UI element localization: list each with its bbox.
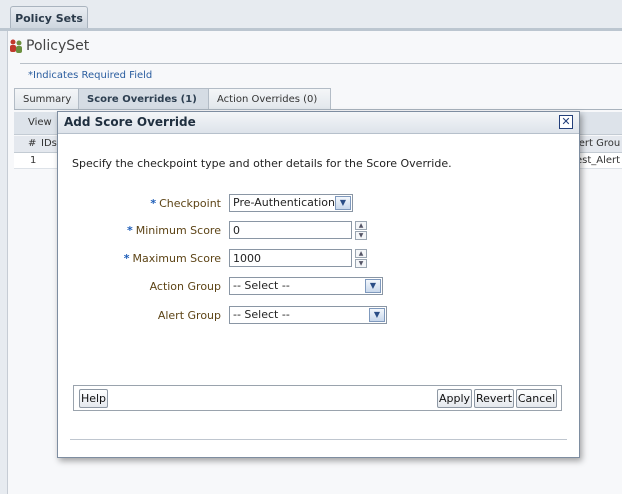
spin-up-icon[interactable]: ▲: [355, 221, 367, 230]
row-number: 1: [30, 155, 37, 166]
dialog-instructions: Specify the checkpoint type and other de…: [72, 157, 452, 170]
apply-button[interactable]: Apply: [437, 389, 472, 408]
dialog-titlebar[interactable]: Add Score Override ✕: [58, 112, 579, 134]
alert-group-label: Alert Group: [157, 309, 221, 322]
action-group-select[interactable]: -- Select -- ▼: [229, 277, 383, 295]
checkpoint-value: Pre-Authentication: [233, 196, 335, 209]
help-button[interactable]: Help: [79, 389, 108, 408]
min-score-value: 0: [233, 224, 240, 237]
add-score-override-dialog: Add Score Override ✕ Specify the checkpo…: [57, 111, 580, 458]
chevron-down-icon[interactable]: ▼: [335, 196, 351, 210]
view-menu[interactable]: View: [28, 117, 52, 128]
title-divider: [20, 63, 622, 64]
close-icon[interactable]: ✕: [559, 115, 573, 129]
chevron-down-icon[interactable]: ▼: [369, 308, 385, 322]
min-score-input[interactable]: 0: [229, 221, 352, 239]
required-marker: *: [150, 197, 157, 210]
alert-group-value: -- Select --: [233, 308, 290, 321]
spin-up-icon[interactable]: ▲: [355, 249, 367, 258]
max-score-stepper[interactable]: ▲ ▼: [355, 249, 367, 268]
max-score-input[interactable]: 1000: [229, 249, 352, 267]
checkpoint-label-text: Checkpoint: [159, 197, 221, 210]
tab-policy-sets[interactable]: Policy Sets: [10, 6, 88, 29]
checkpoint-row: * Checkpoint Pre-Authentication ▼: [58, 194, 579, 214]
required-marker: *: [123, 252, 130, 265]
action-group-row: Action Group -- Select -- ▼: [58, 277, 579, 297]
revert-button[interactable]: Revert: [474, 389, 514, 408]
dialog-footer-divider: [70, 439, 567, 440]
min-score-label: * Minimum Score: [127, 224, 221, 237]
spin-down-icon[interactable]: ▼: [355, 231, 367, 240]
max-score-label: * Maximum Score: [124, 252, 221, 265]
tab-summary[interactable]: Summary: [14, 88, 79, 109]
max-score-label-text: Maximum Score: [132, 252, 221, 265]
col-header-ids: IDs: [41, 138, 57, 149]
policyset-icon: [10, 39, 22, 53]
dialog-button-bar: Help Apply Revert Cancel: [73, 385, 562, 411]
page-title-text: PolicySet: [26, 38, 90, 54]
checkpoint-select[interactable]: Pre-Authentication ▼: [229, 194, 353, 212]
tab-score-overrides[interactable]: Score Overrides (1): [78, 88, 209, 109]
alert-group-row: Alert Group -- Select -- ▼: [58, 306, 579, 326]
checkpoint-label: * Checkpoint: [150, 197, 221, 210]
tab-action-overrides[interactable]: Action Overrides (0): [208, 88, 331, 109]
cancel-button[interactable]: Cancel: [516, 389, 557, 408]
row-alert-group: est_Alert: [576, 155, 621, 166]
page-title: PolicySet: [8, 38, 89, 54]
min-score-stepper[interactable]: ▲ ▼: [355, 221, 367, 240]
required-note: *Indicates Required Field: [28, 70, 153, 81]
required-marker: *: [126, 224, 133, 237]
col-header-number: #: [28, 138, 37, 149]
alert-group-select[interactable]: -- Select -- ▼: [229, 306, 387, 324]
spin-down-icon[interactable]: ▼: [355, 259, 367, 268]
action-group-label: Action Group: [149, 280, 221, 293]
chevron-down-icon[interactable]: ▼: [365, 279, 381, 293]
min-score-label-text: Minimum Score: [135, 224, 221, 237]
tabs-underline: [14, 109, 622, 110]
min-score-row: * Minimum Score 0 ▲ ▼: [58, 221, 579, 241]
dialog-title: Add Score Override: [64, 115, 196, 129]
action-group-value: -- Select --: [233, 279, 290, 292]
col-header-alert-group: lert Grou: [576, 138, 621, 149]
max-score-value: 1000: [233, 252, 261, 265]
max-score-row: * Maximum Score 1000 ▲ ▼: [58, 249, 579, 269]
